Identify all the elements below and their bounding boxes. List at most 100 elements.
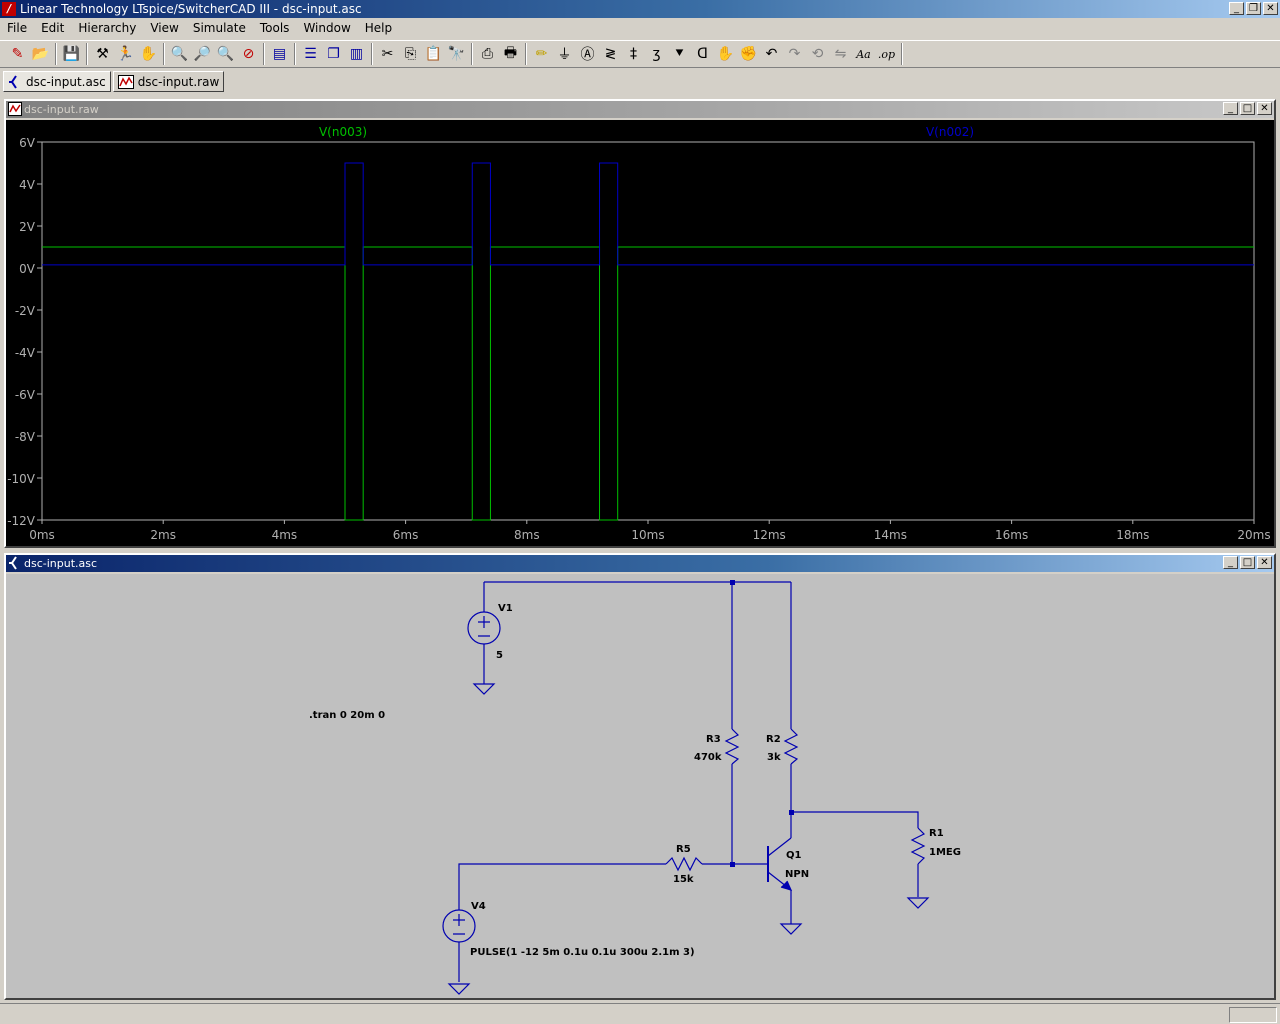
minimize-icon[interactable]: _ (1223, 102, 1238, 115)
x-tick-label: 2ms (150, 528, 176, 542)
schematic-icon (9, 556, 17, 570)
waveform-window-titlebar[interactable]: dsc-input.raw _ □ ✕ (6, 101, 1274, 118)
ground-v4[interactable] (447, 983, 471, 995)
save-icon[interactable]: 💾 (60, 43, 83, 65)
r5-value: 15k (673, 874, 694, 885)
junction-dot (789, 810, 794, 815)
minimize-icon[interactable]: _ (1223, 556, 1238, 569)
menu-file[interactable]: File (0, 19, 34, 37)
status-bar (0, 1003, 1280, 1024)
schematic-window-titlebar[interactable]: dsc-input.asc _ □ ✕ (6, 555, 1274, 572)
menu-simulate[interactable]: Simulate (186, 19, 253, 37)
wire-v4-to-r5[interactable] (458, 863, 666, 910)
halt-icon[interactable]: ✋ (137, 43, 160, 65)
mirror-icon[interactable]: ⇋ (829, 43, 852, 65)
close-icon[interactable]: ✕ (1257, 102, 1272, 115)
restore-icon[interactable]: ❐ (1246, 2, 1261, 15)
v4-value: PULSE(1 -12 5m 0.1u 0.1u 300u 2.1m 3) (470, 947, 695, 958)
rotate-icon[interactable]: ⟲ (806, 43, 829, 65)
close-icon[interactable]: ✕ (1257, 556, 1272, 569)
redo-icon[interactable]: ↷ (783, 43, 806, 65)
capacitor-icon[interactable]: ‡ (622, 43, 645, 65)
y-tick-label: 2V (19, 220, 36, 234)
ground-icon[interactable]: ⏚ (553, 43, 576, 65)
menu-hierarchy[interactable]: Hierarchy (71, 19, 143, 37)
minimize-icon[interactable]: _ (1229, 2, 1244, 15)
diode-icon[interactable]: ⯆ (668, 43, 691, 65)
pan-icon[interactable]: 🔎 (191, 43, 214, 65)
resistor-icon[interactable]: ≷ (599, 43, 622, 65)
tab-dsc-input-raw[interactable]: dsc-input.raw (112, 71, 225, 92)
cut-icon[interactable]: ✂ (376, 43, 399, 65)
trace-label-vn003[interactable]: V(n003) (319, 125, 367, 139)
trace-label-vn002[interactable]: V(n002) (926, 125, 974, 139)
open-icon[interactable]: 📂 (29, 43, 52, 65)
tile-vertical-icon[interactable]: ▥ (345, 43, 368, 65)
transistor-q1[interactable] (767, 837, 793, 891)
find-icon[interactable]: 🔭 (445, 43, 468, 65)
app-title-bar[interactable]: / Linear Technology LTspice/SwitcherCAD … (0, 0, 1280, 18)
drag-icon[interactable]: ✊ (737, 43, 760, 65)
undo-icon[interactable]: ↶ (760, 43, 783, 65)
zoom-out-icon[interactable]: 🔍 (214, 43, 237, 65)
control-panel-icon[interactable]: ⚒ (91, 43, 114, 65)
waveform-chart[interactable]: 6V 4V 2V 0V -2V -4V -6V -8V -10V -12V0ms 2ms 4ms 6ms… (6, 120, 1274, 546)
component-icon[interactable]: ᗡ (691, 43, 714, 65)
menu-edit[interactable]: Edit (34, 19, 71, 37)
run-icon[interactable]: 🏃 (114, 43, 137, 65)
r3-name: R3 (706, 734, 721, 745)
waveform-plot-area[interactable]: 6V 4V 2V 0V -2V -4V -6V -8V -10V -12V 0ms 2ms 4ms 6ms… (6, 120, 1274, 546)
text-icon[interactable]: Aa (852, 43, 875, 65)
schematic-drawing[interactable]: V1 5 .tran 0 20m 0 R3 470k R2 3k R1 1MEG… (6, 574, 1274, 998)
trace-vn003[interactable] (42, 246, 1254, 521)
menu-tools[interactable]: Tools (253, 19, 297, 37)
zoom-fit-icon[interactable]: ⊘ (237, 43, 260, 65)
resistor-r2[interactable] (783, 728, 799, 765)
resistor-r5[interactable] (665, 856, 703, 872)
r5-name: R5 (676, 844, 691, 855)
r3-value: 470k (694, 752, 722, 763)
close-icon[interactable]: ✕ (1263, 2, 1278, 15)
ground-r1[interactable] (906, 897, 930, 909)
paste-icon[interactable]: 📋 (422, 43, 445, 65)
schematic-canvas[interactable]: V1 5 .tran 0 20m 0 R3 470k R2 3k R1 1MEG… (6, 574, 1274, 998)
spice-directive-icon[interactable]: .op (875, 43, 898, 65)
menu-help[interactable]: Help (358, 19, 399, 37)
zoom-in-icon[interactable]: 🔍 (168, 43, 191, 65)
print-icon[interactable]: 🖶 (499, 43, 522, 65)
menu-view[interactable]: View (143, 19, 185, 37)
menu-window[interactable]: Window (296, 19, 357, 37)
directive-tran[interactable]: .tran 0 20m 0 (309, 710, 385, 721)
q1-value: NPN (785, 869, 809, 880)
wire-to-r1[interactable] (791, 811, 919, 828)
menu-bar: File Edit Hierarchy View Simulate Tools … (0, 19, 1280, 37)
waveform-icon (8, 102, 22, 116)
x-tick-label: 18ms (1116, 528, 1149, 542)
waveform-window[interactable]: dsc-input.raw _ □ ✕ 6V 4V 2V 0V -2V -4V -6V -8V… (4, 99, 1276, 548)
y-tick-label: 0V (19, 262, 36, 276)
resistor-r3[interactable] (724, 728, 740, 765)
new-schematic-icon[interactable]: ✎ (6, 43, 29, 65)
x-tick-label: 20ms (1237, 528, 1270, 542)
toolbar-separator (86, 43, 88, 65)
voltage-source-v1[interactable] (467, 611, 501, 682)
move-icon[interactable]: ✋ (714, 43, 737, 65)
tab-dsc-input-asc[interactable]: dsc-input.asc (3, 71, 111, 92)
copy-icon[interactable]: ⎘ (399, 43, 422, 65)
ground-q1[interactable] (779, 923, 803, 935)
maximize-icon[interactable]: □ (1240, 102, 1255, 115)
ltspice-logo-icon: / (2, 2, 16, 16)
ground-v1[interactable] (472, 683, 496, 695)
maximize-icon[interactable]: □ (1240, 556, 1255, 569)
resistor-r1[interactable] (910, 827, 926, 865)
label-net-icon[interactable]: Ⓐ (576, 43, 599, 65)
voltage-source-v4[interactable] (442, 909, 476, 982)
schematic-window[interactable]: dsc-input.asc _ □ ✕ V1 5 .tran 0 20m 0 R… (4, 553, 1276, 1000)
autorange-icon[interactable]: ▤ (268, 43, 291, 65)
print-setup-icon[interactable]: ⎙ (476, 43, 499, 65)
trace-vn002[interactable] (42, 162, 1254, 266)
cascade-icon[interactable]: ❐ (322, 43, 345, 65)
inductor-icon[interactable]: ʒ (645, 43, 668, 65)
tile-horizontal-icon[interactable]: ☰ (299, 43, 322, 65)
draw-wire-icon[interactable]: ✏ (530, 43, 553, 65)
